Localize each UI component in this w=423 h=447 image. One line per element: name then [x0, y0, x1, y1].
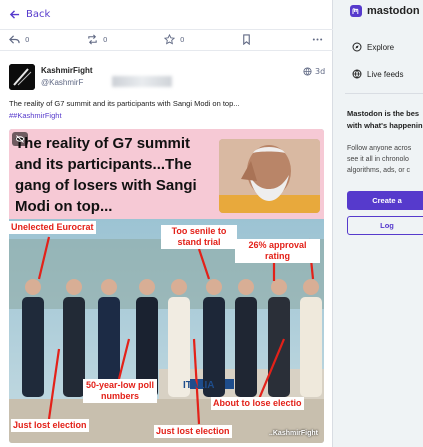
- post-timestamp[interactable]: 3d: [303, 67, 325, 76]
- photo-figure-head: [206, 279, 222, 295]
- globe-icon: [352, 69, 362, 79]
- photo-figure-head: [303, 279, 319, 295]
- eye-slash-icon: [15, 135, 25, 143]
- mastodon-icon: [350, 5, 362, 17]
- photo-figure-head: [66, 279, 82, 295]
- boost-icon: [88, 34, 97, 45]
- post-text: The reality of G7 summit and its partici…: [9, 99, 240, 108]
- login-button[interactable]: Log: [347, 216, 423, 235]
- sidebar-divider: [345, 93, 423, 94]
- favourite-count: 0: [180, 35, 185, 44]
- photo-figure-head: [238, 279, 254, 295]
- back-button[interactable]: Back: [0, 0, 333, 29]
- create-account-button[interactable]: Create a: [347, 191, 423, 210]
- boost-count: 0: [103, 35, 108, 44]
- boost-button[interactable]: 0: [87, 34, 107, 45]
- redacted-handle: [112, 76, 172, 87]
- hide-media-button[interactable]: [12, 132, 28, 146]
- photo-figure-head: [271, 279, 287, 295]
- hashtag-link[interactable]: ##KashmirFight: [9, 110, 324, 122]
- photo-figure: [235, 297, 257, 397]
- label-approval-rating: 26% approval rating: [235, 239, 320, 263]
- media-headline: The reality of G7 summit and its partici…: [15, 135, 197, 215]
- post-content: The reality of G7 summit and its partici…: [9, 98, 324, 122]
- photo-figure: [22, 297, 44, 397]
- arrow-left-icon: [9, 10, 20, 19]
- media-caption: ..KashmirFight: [268, 430, 318, 437]
- reply-button[interactable]: 0: [9, 34, 29, 45]
- main-column: Back 0 0 0 KashmirFight @KashmirF 3d The…: [0, 0, 333, 447]
- media-attachment[interactable]: The reality of G7 summit and its partici…: [9, 129, 324, 443]
- label-just-lost-left: Just lost election: [11, 419, 89, 432]
- photo-figure: [63, 297, 85, 397]
- account-handle[interactable]: @KashmirF: [41, 78, 83, 87]
- about-body: Follow anyone acros see it all in chrono…: [347, 145, 412, 174]
- photo-figure-head: [101, 279, 117, 295]
- back-label: Back: [26, 9, 51, 20]
- photo-figure-head: [25, 279, 41, 295]
- reply-icon: [9, 35, 20, 44]
- star-icon: [164, 34, 175, 45]
- sidebar: mastodon Explore Live feeds Mastodon is …: [333, 0, 423, 447]
- label-unelected-eurocrat: Unelected Eurocrat: [9, 221, 96, 234]
- italia-banner: ITALIA: [183, 380, 215, 391]
- nav-live-feeds[interactable]: Live feeds: [352, 69, 403, 79]
- mastodon-logo[interactable]: mastodon: [349, 4, 420, 18]
- bookmark-icon: [243, 34, 250, 45]
- avatar[interactable]: [9, 64, 35, 90]
- nav-explore-label: Explore: [367, 42, 395, 52]
- brand-name: mastodon: [367, 5, 420, 17]
- media-portrait: [219, 139, 320, 213]
- nav-explore[interactable]: Explore: [352, 42, 394, 52]
- label-about-to-lose: About to lose electio: [211, 397, 304, 410]
- about-title: Mastodon is the bes with what's happenin: [347, 109, 423, 130]
- status-action-bar: 0 0 0: [0, 29, 333, 51]
- more-icon: [312, 38, 323, 41]
- post-age: 3d: [315, 67, 326, 76]
- more-button[interactable]: [312, 34, 323, 45]
- media-headline-panel: The reality of G7 summit and its partici…: [9, 129, 324, 219]
- compass-icon: [352, 42, 362, 52]
- label-just-lost-mid: Just lost election: [154, 425, 232, 438]
- media-photo: Unelected Eurocrat Too senile to stand t…: [9, 219, 324, 443]
- photo-figure: [268, 297, 290, 397]
- photo-figure: [300, 297, 322, 397]
- reply-count: 0: [25, 35, 30, 44]
- label-poll-numbers: 50-year-low poll numbers: [83, 379, 157, 403]
- photo-figure-head: [171, 279, 187, 295]
- globe-icon: [303, 67, 312, 76]
- app: Back 0 0 0 KashmirFight @KashmirF 3d The…: [0, 0, 423, 447]
- favourite-button[interactable]: 0: [164, 34, 184, 45]
- display-name[interactable]: KashmirFight: [41, 66, 93, 75]
- nav-live-feeds-label: Live feeds: [367, 69, 404, 79]
- label-too-senile: Too senile to stand trial: [161, 225, 237, 249]
- photo-figure-head: [139, 279, 155, 295]
- bookmark-button[interactable]: [241, 34, 252, 45]
